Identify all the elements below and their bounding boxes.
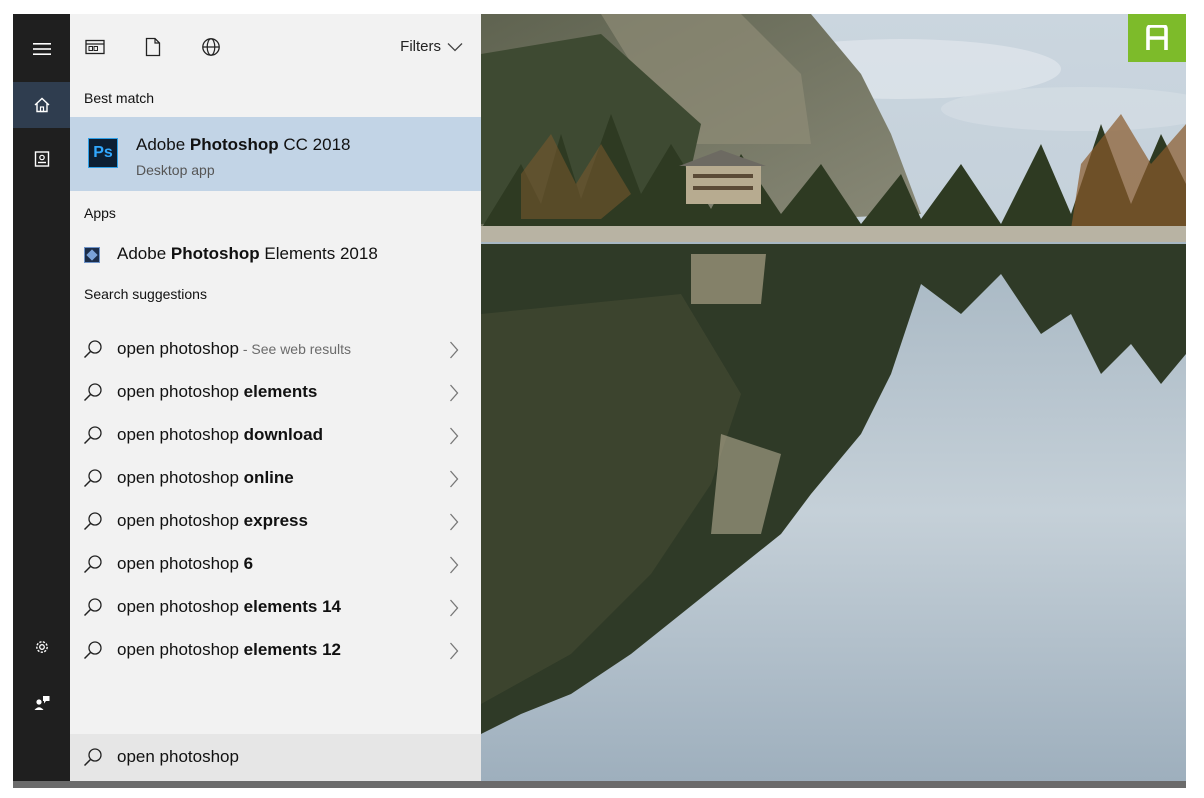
search-suggestion-item[interactable]: open photoshop elements 14: [70, 586, 481, 629]
app-result-label: Adobe Photoshop Elements 2018: [117, 244, 378, 263]
web-scope-button[interactable]: [200, 36, 222, 58]
suggestion-text: open photoshop elements: [117, 382, 318, 401]
search-icon: [83, 598, 102, 617]
chevron-right-icon[interactable]: [449, 341, 459, 359]
documents-scope-button[interactable]: [142, 36, 164, 58]
suggestion-text: open photoshop online: [117, 468, 294, 487]
apps-scope-icon: [85, 39, 105, 55]
apps-scope-button[interactable]: [84, 36, 106, 58]
gear-icon: [35, 641, 48, 653]
search-icon: [83, 512, 102, 531]
search-suggestion-item[interactable]: open photoshop express: [70, 500, 481, 543]
desktop-wallpaper: [481, 14, 1186, 781]
best-match-heading: Best match: [84, 90, 155, 106]
chevron-right-icon[interactable]: [449, 384, 459, 402]
search-panel: Filters Best match Ps Adobe Photoshop CC…: [70, 14, 481, 781]
search-suggestion-item[interactable]: open photoshop download: [70, 414, 481, 457]
best-match-title: Adobe Photoshop CC 2018: [136, 135, 351, 154]
hamburger-menu-icon: [32, 43, 51, 55]
rail-documents-button[interactable]: [13, 136, 70, 182]
search-scope-bar: Filters: [70, 14, 481, 82]
search-icon: [83, 340, 102, 359]
corner-badge: A: [1128, 14, 1186, 62]
search-icon: [83, 426, 102, 445]
filters-button[interactable]: Filters: [400, 38, 463, 55]
documents-scope-icon: [145, 37, 161, 57]
search-input[interactable]: open photoshop: [117, 747, 239, 767]
search-suggestion-item[interactable]: open photoshop elements 12: [70, 629, 481, 672]
start-rail: [13, 14, 70, 781]
filters-label: Filters: [400, 38, 441, 55]
desktop-screen: Filters Best match Ps Adobe Photoshop CC…: [13, 14, 1186, 781]
chevron-right-icon[interactable]: [449, 556, 459, 574]
search-icon: [83, 555, 102, 574]
best-match-result[interactable]: Ps Adobe Photoshop CC 2018 Desktop app: [70, 117, 481, 191]
apps-heading: Apps: [84, 205, 116, 221]
suggestion-text: open photoshop express: [117, 511, 308, 530]
search-suggestion-item[interactable]: open photoshop online: [70, 457, 481, 500]
chevron-down-icon: [447, 42, 463, 51]
letter-a-badge-glyph: [1146, 25, 1168, 50]
search-box[interactable]: open photoshop: [70, 734, 481, 781]
search-icon: [83, 641, 102, 660]
documents-icon: [34, 151, 49, 167]
chevron-right-icon[interactable]: [449, 599, 459, 617]
rail-settings-button[interactable]: [13, 624, 70, 670]
feedback-icon: [34, 696, 49, 710]
rail-menu-button[interactable]: [13, 26, 70, 72]
search-suggestion-item[interactable]: open photoshop 6: [70, 543, 481, 586]
rail-feedback-button[interactable]: [13, 680, 70, 726]
lake-landscape-image: [481, 14, 1186, 781]
search-icon: [83, 383, 102, 402]
photoshop-elements-app-icon: [84, 247, 100, 263]
suggestion-text: open photoshop elements 12: [117, 640, 342, 659]
search-suggestion-item[interactable]: open photoshop elements: [70, 371, 481, 414]
search-icon: [83, 748, 102, 767]
chevron-right-icon[interactable]: [449, 513, 459, 531]
suggestion-text: open photoshop download: [117, 425, 323, 444]
suggestion-text: open photoshop elements 14: [117, 597, 342, 616]
taskbar-strip: [13, 781, 1186, 788]
rail-home-button[interactable]: [13, 82, 70, 128]
chevron-right-icon[interactable]: [449, 642, 459, 660]
search-icon: [83, 469, 102, 488]
suggestion-text: open photoshop - See web results: [117, 339, 352, 358]
home-icon: [34, 97, 49, 113]
suggestion-text: open photoshop 6: [117, 554, 254, 573]
chevron-right-icon[interactable]: [449, 470, 459, 488]
search-suggestion-item[interactable]: open photoshop - See web results: [70, 328, 481, 371]
photoshop-app-icon: Ps: [88, 138, 118, 168]
app-result[interactable]: Adobe Photoshop Elements 2018: [70, 240, 481, 274]
web-scope-icon: [202, 38, 220, 56]
chevron-right-icon[interactable]: [449, 427, 459, 445]
search-suggestions-heading: Search suggestions: [84, 286, 207, 302]
best-match-subtitle: Desktop app: [136, 162, 215, 178]
